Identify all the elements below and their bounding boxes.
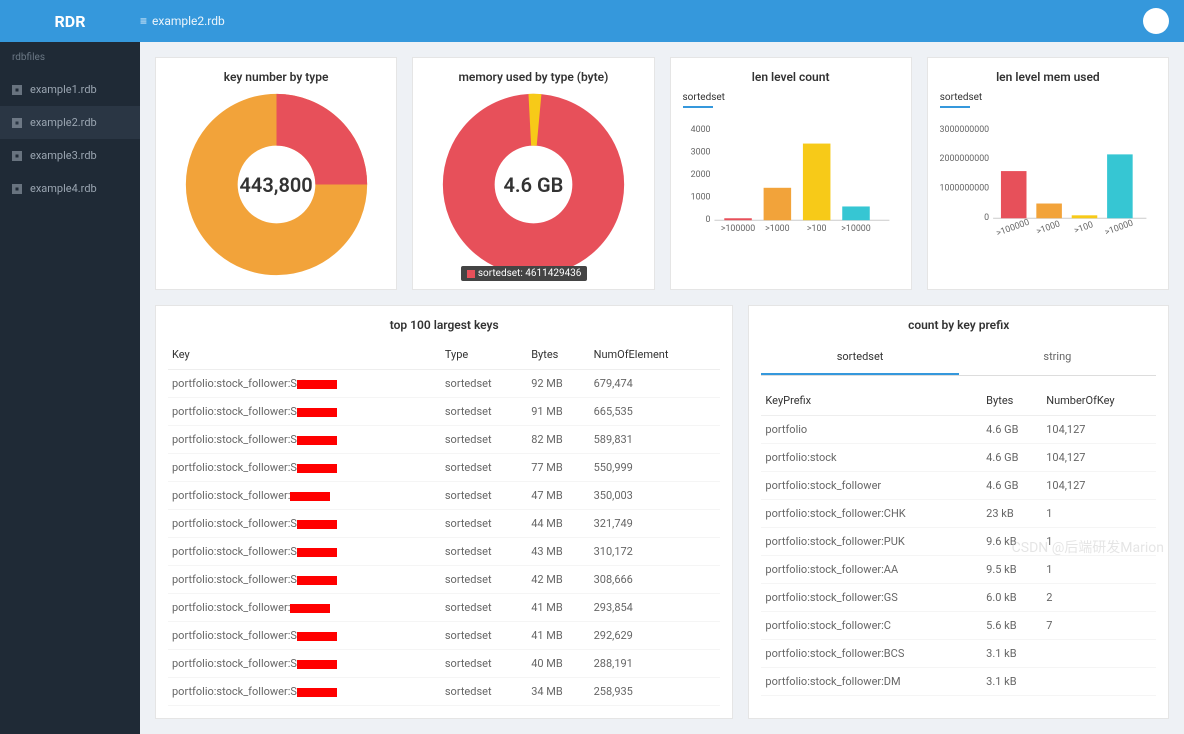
th-prefix[interactable]: KeyPrefix — [761, 386, 982, 416]
bar-chart-1: 4000 3000 2000 1000 0 >100000 >1000 >100… — [683, 116, 899, 236]
table-row[interactable]: portfolio:stock_follower:BCS3.1 kB — [761, 640, 1156, 668]
sidebar-item-label: example4.rdb — [30, 182, 97, 195]
table-row[interactable]: portfolio:stock_follower:Ssortedset91 MB… — [168, 398, 720, 426]
watermark: CSDN @后端研发Marion — [1012, 537, 1164, 557]
sidebar-item-label: example1.rdb — [30, 83, 97, 96]
card-title: len level count — [683, 70, 899, 84]
breadcrumb[interactable]: ≡ example2.rdb — [140, 14, 225, 28]
svg-text:>100000: >100000 — [995, 218, 1031, 236]
grid-icon — [12, 184, 22, 194]
sidebar: rdbfiles example1.rdb example2.rdb examp… — [0, 42, 140, 734]
table-row[interactable]: portfolio:stock_follower:Ssortedset42 MB… — [168, 566, 720, 594]
svg-text:1000000000: 1000000000 — [940, 184, 989, 194]
sidebar-item-0[interactable]: example1.rdb — [0, 73, 140, 106]
donut-key-number: key number by type 443,800 — [155, 57, 397, 290]
table-row[interactable]: portfolio:stock_follower:Ssortedset92 MB… — [168, 370, 720, 398]
sidebar-header: rdbfiles — [0, 42, 140, 73]
bar-len-count: len level count sortedset 4000 3000 2000… — [670, 57, 912, 290]
donut-center-value: 443,800 — [184, 92, 369, 277]
brand-logo: RDR — [0, 12, 140, 31]
table-row[interactable]: portfolio:stock_follower:Ssortedset43 MB… — [168, 538, 720, 566]
table-row[interactable]: portfolio:stock_follower:GS6.0 kB2 — [761, 584, 1156, 612]
sidebar-item-label: example2.rdb — [30, 116, 97, 129]
svg-text:>1000: >1000 — [765, 224, 790, 234]
legend-label: sortedset — [683, 92, 725, 103]
card-title: memory used by type (byte) — [458, 70, 608, 84]
table-row[interactable]: portfolio:stock_follower:Ssortedset40 MB… — [168, 650, 720, 678]
card-title: top 100 largest keys — [168, 318, 720, 332]
menu-icon: ≡ — [140, 14, 147, 28]
avatar[interactable] — [1143, 8, 1169, 34]
prefix-card: count by key prefix sortedset string Key… — [748, 305, 1169, 719]
svg-text:2000000000: 2000000000 — [940, 154, 989, 164]
bar-chart-2: 3000000000 2000000000 1000000000 0 >1000… — [940, 116, 1156, 236]
donut-memory-used: memory used by type (byte) 4.6 GB sorted… — [412, 57, 654, 290]
top-bar: RDR ≡ example2.rdb — [0, 0, 1184, 42]
table-row[interactable]: portfolio:stock_follower:Ssortedset34 MB… — [168, 678, 720, 706]
card-title: len level mem used — [940, 70, 1156, 84]
sidebar-item-1[interactable]: example2.rdb — [0, 106, 140, 139]
table-row[interactable]: portfolio:stock_follower:CHK23 kB1 — [761, 500, 1156, 528]
legend: sortedset — [683, 92, 899, 108]
table-row[interactable]: portfolio:stock_follower:Ssortedset77 MB… — [168, 454, 720, 482]
sidebar-item-label: example3.rdb — [30, 149, 97, 162]
svg-text:1000: 1000 — [690, 193, 710, 203]
table-row[interactable]: portfolio:stock_follower:Ssortedset82 MB… — [168, 426, 720, 454]
card-title: key number by type — [224, 70, 329, 84]
table-row[interactable]: portfolio4.6 GB104,127 — [761, 416, 1156, 444]
svg-text:2000: 2000 — [690, 170, 710, 180]
th-type[interactable]: Type — [441, 340, 527, 370]
donut-center-value: 4.6 GB — [441, 92, 626, 277]
table-row[interactable]: portfolio:stock_follower:sortedset41 MB2… — [168, 594, 720, 622]
svg-text:>10000: >10000 — [1103, 218, 1134, 236]
table-row[interactable]: portfolio:stock_follower:C5.6 kB7 — [761, 612, 1156, 640]
th-bytes[interactable]: Bytes — [527, 340, 589, 370]
svg-text:>100000: >100000 — [720, 224, 754, 234]
svg-text:>1000: >1000 — [1035, 219, 1061, 236]
svg-text:3000: 3000 — [690, 147, 710, 157]
svg-text:3000000000: 3000000000 — [940, 125, 989, 135]
table-row[interactable]: portfolio:stock_follower:Ssortedset44 MB… — [168, 510, 720, 538]
table-row[interactable]: portfolio:stock_follower4.6 GB104,127 — [761, 472, 1156, 500]
legend: sortedset — [940, 92, 1156, 108]
svg-text:>10000: >10000 — [841, 224, 870, 234]
svg-text:0: 0 — [705, 215, 710, 225]
th-key[interactable]: Key — [168, 340, 441, 370]
table-row[interactable]: portfolio:stock_follower:DM3.1 kB — [761, 668, 1156, 696]
svg-text:>100: >100 — [1073, 220, 1095, 236]
table-row[interactable]: portfolio:stock_follower:AA9.5 kB1 — [761, 556, 1156, 584]
prefix-tabs: sortedset string — [761, 340, 1156, 376]
tooltip-text: sortedset: 4611429436 — [478, 268, 582, 279]
grid-icon — [12, 151, 22, 161]
table-row[interactable]: portfolio:stock_follower:Ssortedset41 MB… — [168, 622, 720, 650]
tab-string[interactable]: string — [959, 340, 1156, 375]
breadcrumb-text: example2.rdb — [152, 14, 225, 28]
th-numkey[interactable]: NumberOfKey — [1042, 386, 1156, 416]
legend-label: sortedset — [940, 92, 982, 103]
svg-text:0: 0 — [984, 213, 989, 223]
svg-text:>100: >100 — [806, 224, 826, 234]
bar-len-mem: len level mem used sortedset 3000000000 … — [927, 57, 1169, 290]
table-row[interactable]: portfolio:stock_follower:sortedset47 MB3… — [168, 482, 720, 510]
sidebar-item-2[interactable]: example3.rdb — [0, 139, 140, 172]
card-title: count by key prefix — [761, 318, 1156, 332]
th-num[interactable]: NumOfElement — [590, 340, 721, 370]
grid-icon — [12, 118, 22, 128]
donut-tooltip: sortedset: 4611429436 — [461, 266, 588, 281]
tab-sortedset[interactable]: sortedset — [761, 340, 958, 375]
svg-text:4000: 4000 — [690, 125, 710, 135]
grid-icon — [12, 85, 22, 95]
sidebar-item-3[interactable]: example4.rdb — [0, 172, 140, 205]
table-row[interactable]: portfolio:stock4.6 GB104,127 — [761, 444, 1156, 472]
largest-keys-card: top 100 largest keys Key Type Bytes NumO… — [155, 305, 733, 719]
largest-keys-table: Key Type Bytes NumOfElement portfolio:st… — [168, 340, 720, 706]
th-bytes[interactable]: Bytes — [982, 386, 1042, 416]
